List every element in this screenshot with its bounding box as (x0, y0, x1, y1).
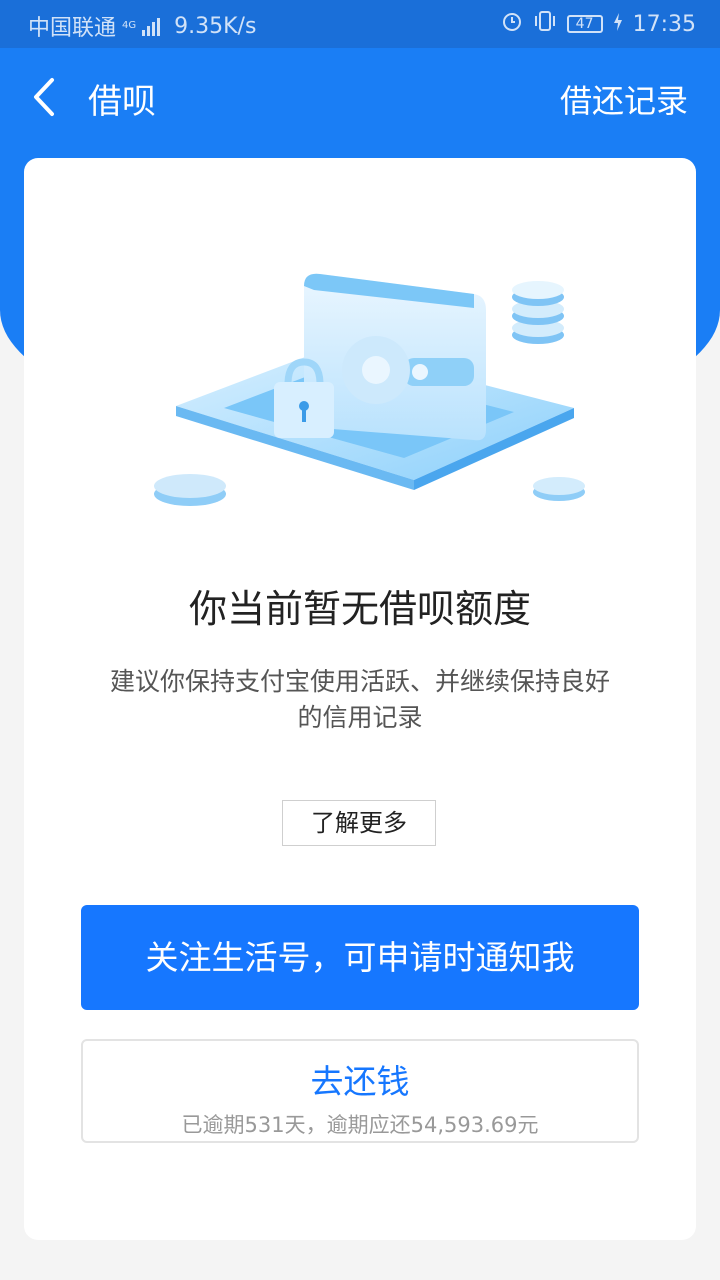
carrier-label: 中国联通 (28, 16, 117, 41)
wallet-illustration (154, 273, 585, 506)
status-bar: 中国联通 4G 9.35K/s 47 17:35 (0, 0, 720, 48)
chevron-left-icon (34, 78, 54, 116)
repay-button-label: 去还钱 (310, 1062, 410, 1101)
status-right: 47 17:35 (501, 10, 696, 38)
network-type: 4G (122, 20, 137, 31)
learn-more-button[interactable]: 了解更多 (282, 800, 436, 846)
battery-icon: 47 (566, 15, 603, 33)
overdue-info: 已逾期531天，逾期应还54,593.69元 (181, 1113, 539, 1137)
vibrate-icon (533, 10, 557, 38)
clock: 17:35 (632, 11, 696, 37)
no-credit-headline: 你当前暂无借呗额度 (188, 587, 531, 631)
follow-notify-button[interactable]: 关注生活号，可申请时通知我 (81, 905, 639, 1010)
suggestion-text: 建议你保持支付宝使用活跃、并继续保持良好的信用记录 (110, 667, 611, 732)
back-button[interactable] (26, 72, 66, 122)
page-title: 借呗 (88, 82, 156, 122)
signal-icon (142, 16, 161, 36)
loan-records-link[interactable]: 借还记录 (560, 76, 688, 122)
alarm-icon (501, 10, 523, 38)
main-card: 你当前暂无借呗额度 建议你保持支付宝使用活跃、并继续保持良好的信用记录 了解更多… (24, 158, 696, 1240)
status-left: 中国联通 4G 9.35K/s (28, 10, 256, 42)
repay-button[interactable]: 去还钱 已逾期531天，逾期应还54,593.69元 (81, 1039, 639, 1143)
charging-icon (613, 12, 623, 37)
network-speed: 9.35K/s (174, 13, 257, 39)
navigation-bar: 借呗 借还记录 (0, 48, 720, 148)
